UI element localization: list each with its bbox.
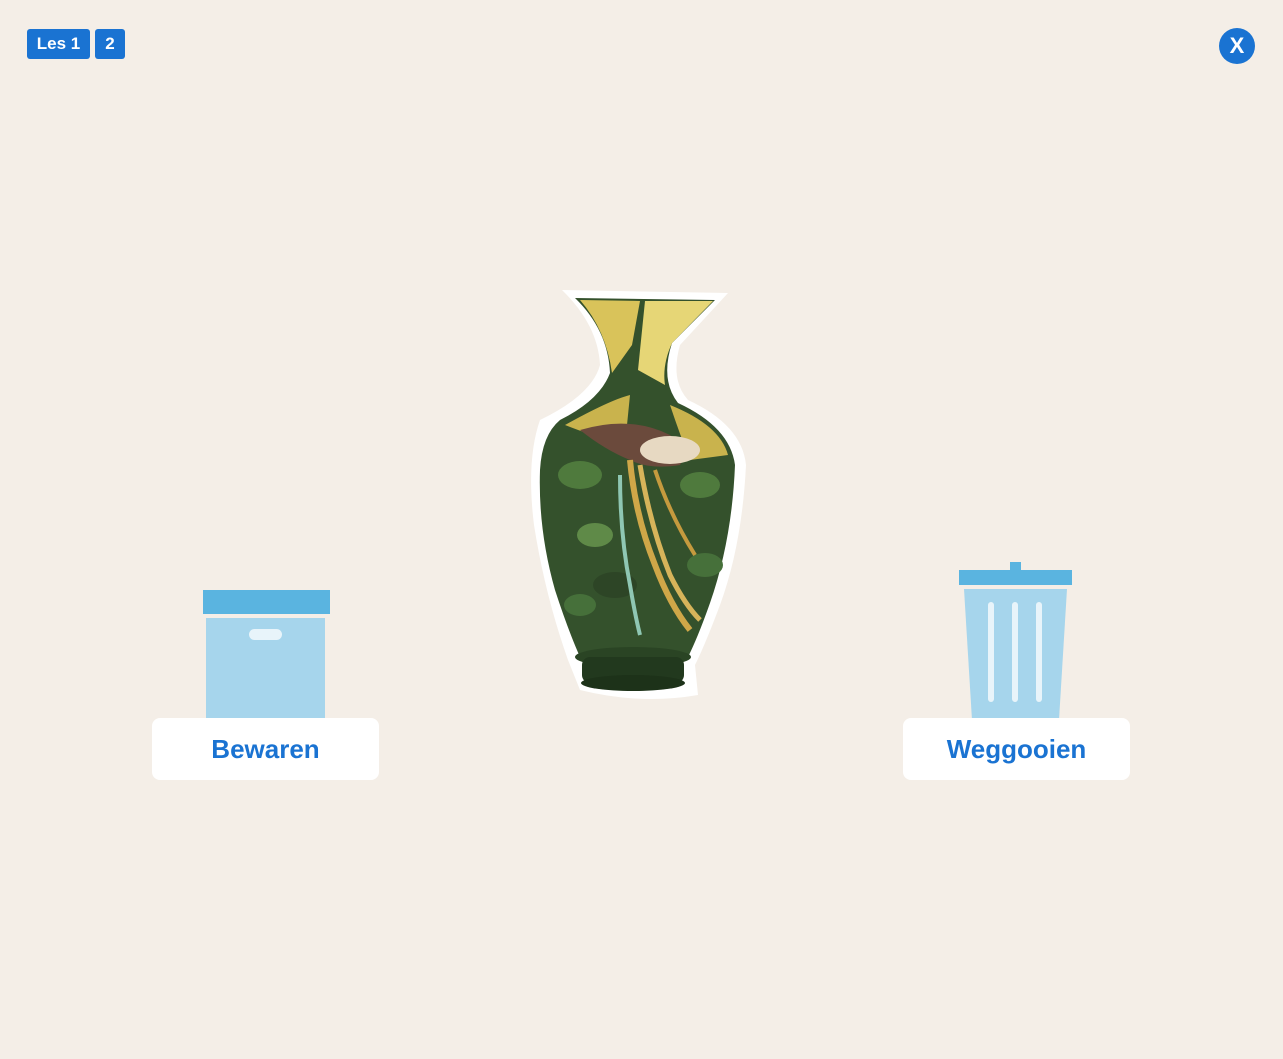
- discard-button[interactable]: Weggooien: [903, 718, 1130, 780]
- lesson-step-badge: 2: [95, 29, 125, 59]
- close-button[interactable]: X: [1219, 28, 1255, 64]
- lesson-badge: Les 1: [27, 29, 90, 59]
- trash-can-icon: [959, 562, 1072, 720]
- discard-drop-zone[interactable]: [959, 562, 1072, 720]
- vase-image[interactable]: [520, 285, 755, 710]
- keep-button[interactable]: Bewaren: [152, 718, 379, 780]
- storage-box-icon: [203, 590, 330, 720]
- lesson-indicator: Les 1 2: [27, 29, 125, 59]
- vase-icon: [531, 290, 746, 699]
- keep-drop-zone[interactable]: [203, 590, 330, 720]
